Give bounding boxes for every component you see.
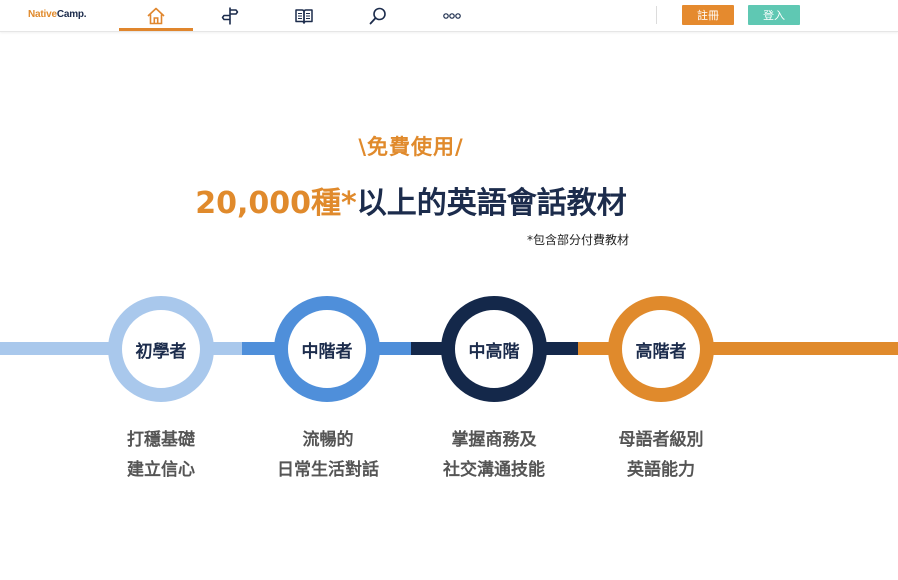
level-track: 初學者 中階者 中高階 高階者 — [0, 296, 898, 402]
free-label: \免費使用/ — [358, 135, 464, 159]
level-desc-upper-intermediate: 掌握商務及 社交溝通技能 — [409, 425, 579, 485]
level-desc-line: 日常生活對話 — [277, 460, 379, 480]
nav-divider — [656, 6, 657, 24]
track-segment-advanced-left — [578, 342, 612, 355]
nav-textbooks[interactable] — [267, 0, 341, 31]
level-circle-intermediate: 中階者 — [274, 296, 380, 402]
nav-home[interactable] — [119, 0, 193, 31]
level-desc-line: 英語能力 — [627, 460, 695, 480]
level-name: 中高階 — [468, 341, 520, 362]
nav-courses[interactable] — [193, 0, 267, 31]
level-desc-line: 掌握商務及 — [451, 430, 537, 450]
register-button[interactable]: 註冊 — [682, 5, 734, 25]
level-desc-advanced: 母語者級別 英語能力 — [576, 425, 746, 485]
level-desc-line: 流暢的 — [302, 430, 354, 450]
nav-search[interactable] — [341, 0, 415, 31]
track-segment-advanced-right — [712, 342, 898, 355]
track-segment-upper-right — [545, 342, 578, 355]
book-icon — [295, 8, 313, 24]
more-icon — [443, 12, 461, 19]
level-name: 高階者 — [635, 341, 687, 362]
headline: 20,000種*以上的英語會話教材 — [0, 178, 822, 222]
native-camp-logo[interactable]: NativeCamp. — [28, 9, 87, 20]
headline-text: 以上的英語會話教材 — [356, 186, 627, 221]
top-nav: NativeCamp. 註冊 登入 — [0, 0, 898, 32]
level-circle-upper-intermediate: 中高階 — [441, 296, 547, 402]
track-segment-intermediate-right — [378, 342, 411, 355]
track-segment-beginner-right — [212, 342, 242, 355]
logo-text-native: Native — [28, 9, 57, 20]
headline-count: 20,000種* — [195, 186, 357, 221]
level-desc-line: 建立信心 — [127, 460, 195, 480]
level-desc-line: 社交溝通技能 — [443, 460, 545, 480]
track-segment-intermediate-left — [242, 342, 276, 355]
level-circle-beginner: 初學者 — [108, 296, 214, 402]
level-desc-intermediate: 流暢的 日常生活對話 — [243, 425, 413, 485]
nav-more[interactable] — [415, 0, 489, 31]
search-icon — [369, 7, 386, 24]
home-icon — [147, 7, 165, 24]
level-desc-line: 母語者級別 — [618, 430, 704, 450]
level-name: 初學者 — [135, 341, 187, 362]
paid-material-note: *包含部分付費教材 — [527, 233, 630, 247]
level-circle-advanced: 高階者 — [608, 296, 714, 402]
signpost-icon — [221, 7, 239, 24]
login-button[interactable]: 登入 — [748, 5, 800, 25]
level-desc-beginner: 打穩基礎 建立信心 — [76, 425, 246, 485]
track-segment-upper-left — [411, 342, 445, 355]
track-segment-beginner — [0, 342, 110, 355]
level-name: 中階者 — [301, 341, 353, 362]
level-desc-line: 打穩基礎 — [127, 430, 195, 450]
logo-text-camp: Camp. — [56, 9, 87, 20]
